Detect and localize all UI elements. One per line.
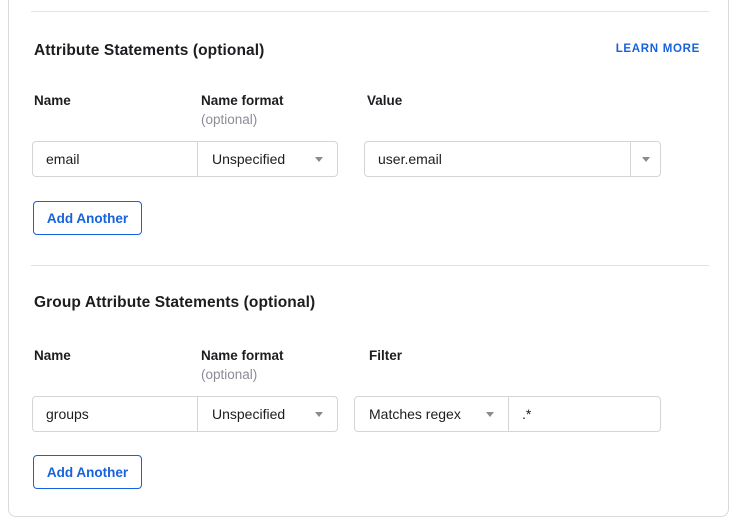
column-header-filter: Filter xyxy=(369,348,402,363)
group-attribute-name-format-dropdown[interactable]: Unspecified xyxy=(197,396,338,432)
learn-more-link[interactable]: LEARN MORE xyxy=(616,43,700,55)
attribute-statements-title: Attribute Statements (optional) xyxy=(34,42,264,60)
group-filter-value-input[interactable] xyxy=(508,396,661,432)
attribute-name-format-dropdown[interactable]: Unspecified xyxy=(197,141,338,177)
column-header-name: Name xyxy=(34,93,71,108)
saml-settings-card: Attribute Statements (optional) LEARN MO… xyxy=(8,0,729,517)
column-header-name: Name xyxy=(34,348,71,363)
attribute-name-input[interactable] xyxy=(32,141,198,177)
column-header-name-format: Name format xyxy=(201,348,284,363)
column-header-name-format-note: (optional) xyxy=(201,367,257,382)
group-filter-type-value: Matches regex xyxy=(369,406,461,422)
column-header-name-format-note: (optional) xyxy=(201,112,257,127)
attribute-name-format-value: Unspecified xyxy=(212,151,285,167)
add-another-group-attribute-button[interactable]: Add Another xyxy=(33,455,142,489)
chevron-down-icon xyxy=(315,412,323,417)
group-attribute-name-format-value: Unspecified xyxy=(212,406,285,422)
top-divider xyxy=(31,11,709,12)
column-header-value: Value xyxy=(367,93,402,108)
group-filter-type-dropdown[interactable]: Matches regex xyxy=(354,396,509,432)
group-attribute-statements-title: Group Attribute Statements (optional) xyxy=(34,294,315,312)
chevron-down-icon xyxy=(315,157,323,162)
group-attribute-name-input[interactable] xyxy=(32,396,198,432)
chevron-down-icon xyxy=(486,412,494,417)
section-divider xyxy=(31,265,709,266)
column-header-name-format: Name format xyxy=(201,93,284,108)
chevron-down-icon xyxy=(642,157,650,162)
attribute-value-input[interactable] xyxy=(364,141,631,177)
add-another-attribute-button[interactable]: Add Another xyxy=(33,201,142,235)
attribute-value-dropdown-button[interactable] xyxy=(630,141,661,177)
